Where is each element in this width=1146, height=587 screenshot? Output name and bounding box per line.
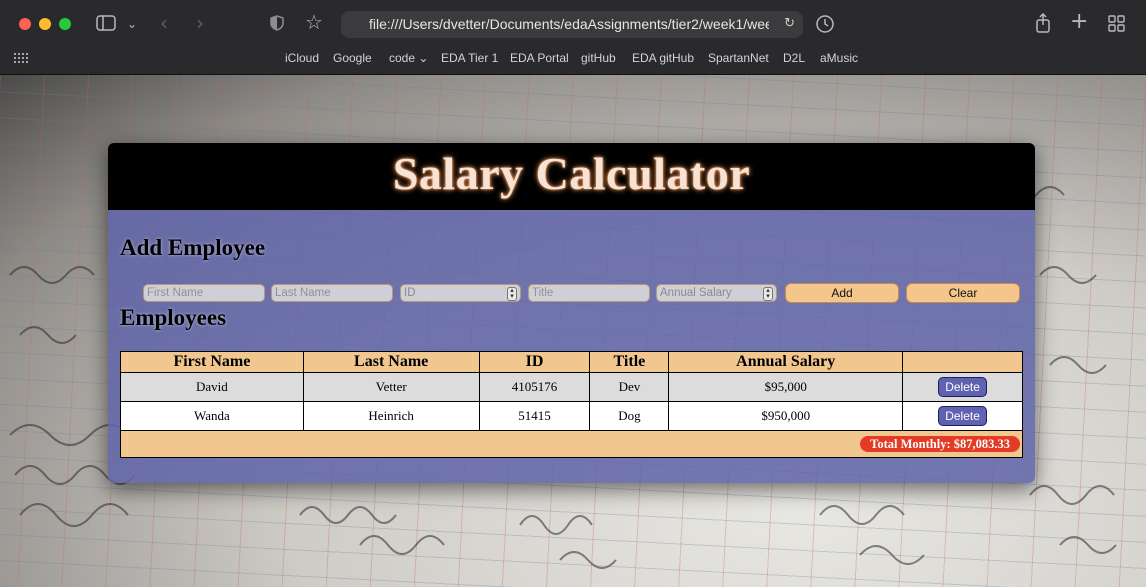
id-stepper-icon[interactable]: ▴ ▾: [507, 287, 517, 301]
salary-stepper-icon[interactable]: ▴ ▾: [763, 287, 773, 301]
cell-annual-salary: $95,000: [668, 372, 904, 402]
cell-id: 51415: [478, 401, 591, 431]
table-footer-cell: Total Monthly: $87,083.33: [120, 430, 1023, 458]
new-tab-icon[interactable]: +: [1070, 11, 1088, 33]
delete-button[interactable]: Delete: [938, 377, 987, 397]
url-text[interactable]: file:///Users/dvetter/Documents/edaAssig…: [369, 16, 769, 32]
table-header-row: First Name Last Name ID Title Annual Sal…: [120, 351, 1023, 373]
cell-actions: Delete: [902, 401, 1023, 431]
forward-icon[interactable]: ›: [196, 13, 204, 33]
add-employee-heading: Add Employee: [120, 235, 266, 260]
last-name-input[interactable]: [271, 284, 393, 302]
bookmark-eda-tier1[interactable]: EDA Tier 1: [441, 51, 498, 65]
clear-button[interactable]: Clear: [906, 283, 1020, 303]
id-placeholder: ID: [404, 287, 416, 299]
column-header-last-name: Last Name: [302, 351, 480, 373]
bookmark-spartannet[interactable]: SpartanNet: [708, 51, 769, 65]
add-button[interactable]: Add: [785, 283, 899, 303]
history-clock-icon[interactable]: [815, 14, 835, 34]
cell-actions: Delete: [902, 372, 1023, 402]
cell-first-name: Wanda: [120, 401, 304, 431]
table-footer-row: Total Monthly: $87,083.33: [120, 430, 1023, 458]
close-window-button[interactable]: [19, 18, 31, 30]
table-row: David Vetter 4105176 Dev $95,000 Delete: [120, 372, 1023, 402]
cell-first-name: David: [120, 372, 304, 402]
employees-table: First Name Last Name ID Title Annual Sal…: [120, 351, 1023, 458]
cell-title: Dog: [589, 401, 670, 431]
table-row: Wanda Heinrich 51415 Dog $950,000 Delete: [120, 401, 1023, 431]
delete-button[interactable]: Delete: [938, 406, 987, 426]
app-header: Salary Calculator: [108, 143, 1035, 210]
column-header-first-name: First Name: [120, 351, 304, 373]
bookmark-d2l[interactable]: D2L: [783, 51, 805, 65]
column-header-annual-salary: Annual Salary: [668, 351, 904, 373]
bookmark-code-label: code: [389, 51, 416, 65]
cell-annual-salary: $950,000: [668, 401, 904, 431]
bookmark-eda-github[interactable]: EDA gitHub: [632, 51, 694, 65]
bookmark-amusic[interactable]: aMusic: [820, 51, 858, 65]
first-name-input[interactable]: [143, 284, 265, 302]
tab-overview-icon[interactable]: [1108, 15, 1126, 33]
back-icon[interactable]: ‹: [160, 13, 168, 33]
annual-salary-placeholder: Annual Salary: [660, 287, 732, 299]
page-background: Salary Calculator Add Employee ID ▴▾ Ann…: [0, 75, 1146, 587]
cell-last-name: Vetter: [302, 372, 480, 402]
bookmark-google[interactable]: Google: [333, 51, 372, 65]
bookmark-github[interactable]: gitHub: [581, 51, 616, 65]
cell-last-name: Heinrich: [302, 401, 480, 431]
bookmark-code-folder[interactable]: code ⌄: [389, 51, 428, 65]
annual-salary-input[interactable]: Annual Salary ▴ ▾: [656, 284, 777, 302]
page-title: Salary Calculator: [392, 148, 751, 199]
column-header-actions: [902, 351, 1023, 373]
cell-id: 4105176: [478, 372, 591, 402]
zoom-window-button[interactable]: [59, 18, 71, 30]
address-bar[interactable]: file:///Users/dvetter/Documents/edaAssig…: [341, 11, 803, 38]
bookmarks-bar: iCloud Google code ⌄ EDA Tier 1 EDA Port…: [0, 51, 1146, 69]
title-input[interactable]: [528, 284, 650, 302]
sidebar-menu-chevron-icon[interactable]: ⌄: [127, 14, 137, 34]
bookmark-star-icon[interactable]: ☆: [305, 12, 323, 32]
sidebar-toggle-icon[interactable]: [96, 15, 116, 31]
share-icon[interactable]: [1035, 13, 1051, 33]
chevron-down-icon: ⌄: [418, 51, 429, 65]
privacy-shield-icon[interactable]: [270, 15, 284, 31]
id-input[interactable]: ID ▴ ▾: [400, 284, 521, 302]
bookmark-icloud[interactable]: iCloud: [285, 51, 319, 65]
browser-toolbar: ⌄ ‹ › ☆ file:///Users/dvetter/Documents/…: [0, 0, 1146, 75]
cell-title: Dev: [589, 372, 670, 402]
employees-heading: Employees: [120, 305, 227, 330]
reload-icon[interactable]: ↻: [784, 16, 795, 31]
salary-calculator-card: Salary Calculator Add Employee ID ▴▾ Ann…: [108, 143, 1035, 483]
minimize-window-button[interactable]: [39, 18, 51, 30]
column-header-title: Title: [589, 351, 670, 373]
bookmark-eda-portal[interactable]: EDA Portal: [510, 51, 569, 65]
column-header-id: ID: [478, 351, 591, 373]
total-monthly-badge: Total Monthly: $87,083.33: [860, 436, 1020, 452]
